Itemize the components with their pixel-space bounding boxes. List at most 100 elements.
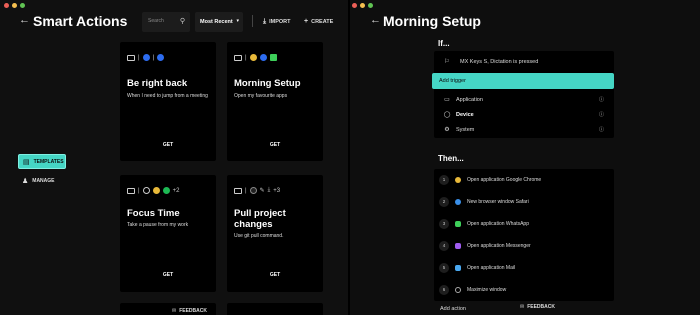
import-label: IMPORT <box>269 19 291 25</box>
feedback-button[interactable]: ✉ FEEDBACK <box>172 308 207 314</box>
spotify-icon <box>162 187 170 194</box>
separator-icon: | <box>138 54 140 61</box>
template-card-focus-time[interactable]: | +2 Focus Time Take a pause from my wor… <box>120 175 216 292</box>
get-button[interactable]: GET <box>120 142 216 148</box>
action-label: Maximize window <box>467 287 507 293</box>
search-input[interactable]: Search ⚲ <box>142 12 190 32</box>
page-title: Smart Actions <box>33 13 128 29</box>
action-item[interactable]: 2 New browser window Safari <box>434 192 614 212</box>
sidebar-item-manage[interactable]: ♟ MANAGE <box>18 173 66 188</box>
trigger-option-label: System <box>456 126 475 133</box>
action-number: 2 <box>439 197 449 207</box>
card-icons: | | <box>127 54 165 61</box>
add-action-button[interactable]: Add action <box>440 306 466 312</box>
feedback-button[interactable]: ✉ FEEDBACK <box>520 304 555 310</box>
trigger-option-system[interactable]: ⚙ System ⓘ <box>434 123 614 136</box>
search-placeholder: Search <box>148 18 164 24</box>
close-window-button[interactable] <box>352 3 357 8</box>
action-label: Open application Google Chrome <box>467 177 542 183</box>
action-number: 1 <box>439 175 449 185</box>
more-count: +3 <box>273 187 281 194</box>
action-number: 6 <box>439 285 449 295</box>
sidebar-item-label: TEMPLATES <box>33 158 64 165</box>
zoom-icon <box>157 54 165 61</box>
actions-panel: 1 Open application Google Chrome 2 New b… <box>434 169 614 301</box>
templates-icon: ▤ <box>23 158 30 166</box>
chrome-icon <box>152 187 160 194</box>
back-arrow-icon[interactable]: ← <box>19 14 30 26</box>
info-icon[interactable]: ⓘ <box>599 111 604 118</box>
keyboard-icon <box>234 187 242 194</box>
toolbar-divider <box>252 15 253 27</box>
sort-selected: Most Recent <box>200 19 233 25</box>
minimize-window-button[interactable] <box>360 3 365 8</box>
info-icon[interactable]: ⓘ <box>599 96 604 103</box>
trigger-option-application[interactable]: ▭ Application ⓘ <box>434 93 614 106</box>
more-count: +2 <box>172 187 180 194</box>
trigger-panel: ⚐ MX Keys S, Dictation is pressed ▭ Appl… <box>434 51 614 138</box>
card-title: Focus Time <box>127 208 180 219</box>
card-description: Use git pull command. <box>234 233 284 239</box>
safari-icon <box>455 199 461 205</box>
get-button[interactable]: GET <box>227 272 323 278</box>
add-trigger-button[interactable]: Add trigger <box>432 73 614 89</box>
maximize-icon <box>455 287 461 293</box>
card-icons: | ✎ ⤓ +3 <box>234 187 280 194</box>
trigger-option-device[interactable]: ◯ Device ⓘ <box>434 108 614 121</box>
search-icon: ⚲ <box>179 18 185 25</box>
sidebar-item-templates[interactable]: ▤ TEMPLATES <box>18 154 66 169</box>
template-card-partial[interactable] <box>227 303 323 315</box>
plus-icon: + <box>304 18 309 25</box>
back-arrow-icon[interactable]: ← <box>370 14 381 26</box>
action-item[interactable]: 4 Open application Messenger <box>434 236 614 256</box>
trigger-label: MX Keys S, Dictation is pressed <box>460 58 539 65</box>
feedback-label: FEEDBACK <box>179 308 207 314</box>
close-window-button[interactable] <box>4 3 9 8</box>
flag-icon: ⚐ <box>444 59 450 65</box>
trigger-item[interactable]: ⚐ MX Keys S, Dictation is pressed <box>434 55 614 68</box>
import-button[interactable]: ⤓ IMPORT <box>263 18 291 26</box>
action-label: Open application Mail <box>467 265 516 271</box>
application-icon: ▭ <box>444 97 450 103</box>
zoom-icon <box>142 54 150 61</box>
card-icons: | +2 <box>127 187 179 194</box>
create-label: CREATE <box>311 18 334 25</box>
messenger-icon <box>455 243 461 249</box>
template-card-pull-project-changes[interactable]: | ✎ ⤓ +3 Pull project changes Use git pu… <box>227 175 323 292</box>
get-button[interactable]: GET <box>120 272 216 278</box>
action-item[interactable]: 3 Open application WhatsApp <box>434 214 614 234</box>
sidebar-item-label: MANAGE <box>32 177 55 184</box>
window-controls <box>4 3 25 8</box>
feedback-icon: ✉ <box>172 308 177 314</box>
template-card-morning-setup[interactable]: | Morning Setup Open my favourite apps G… <box>227 42 323 161</box>
mail-icon <box>455 265 461 271</box>
minimize-window-button[interactable] <box>12 3 17 8</box>
whatsapp-icon <box>455 221 461 227</box>
template-card-be-right-back[interactable]: | | Be right back When I need to jump fr… <box>120 42 216 161</box>
action-label: New browser window Safari <box>467 199 529 205</box>
action-item[interactable]: 1 Open application Google Chrome <box>434 170 614 190</box>
system-icon: ⚙ <box>444 127 450 133</box>
sort-dropdown[interactable]: Most Recent ▾ <box>195 12 243 32</box>
separator-icon: | <box>245 54 247 61</box>
download-icon: ⤓ <box>267 187 271 193</box>
create-button[interactable]: + CREATE <box>304 18 333 25</box>
action-number: 3 <box>439 219 449 229</box>
info-icon[interactable]: ⓘ <box>599 126 604 133</box>
edit-icon: ✎ <box>259 188 265 194</box>
separator-icon: | <box>245 187 247 194</box>
get-button[interactable]: GET <box>227 142 323 148</box>
action-item[interactable]: 6 Maximize window <box>434 280 614 300</box>
zoom-window-button[interactable] <box>20 3 25 8</box>
feedback-icon: ✉ <box>520 304 525 310</box>
keyboard-icon <box>127 187 135 194</box>
if-section-title: If... <box>438 39 450 48</box>
whatsapp-icon <box>269 54 277 61</box>
card-title: Pull project changes <box>234 208 286 230</box>
keyboard-icon <box>234 54 242 61</box>
action-number: 5 <box>439 263 449 273</box>
chevron-down-icon: ▾ <box>236 18 239 24</box>
zoom-window-button[interactable] <box>368 3 373 8</box>
window-controls <box>352 3 373 8</box>
action-item[interactable]: 5 Open application Mail <box>434 258 614 278</box>
